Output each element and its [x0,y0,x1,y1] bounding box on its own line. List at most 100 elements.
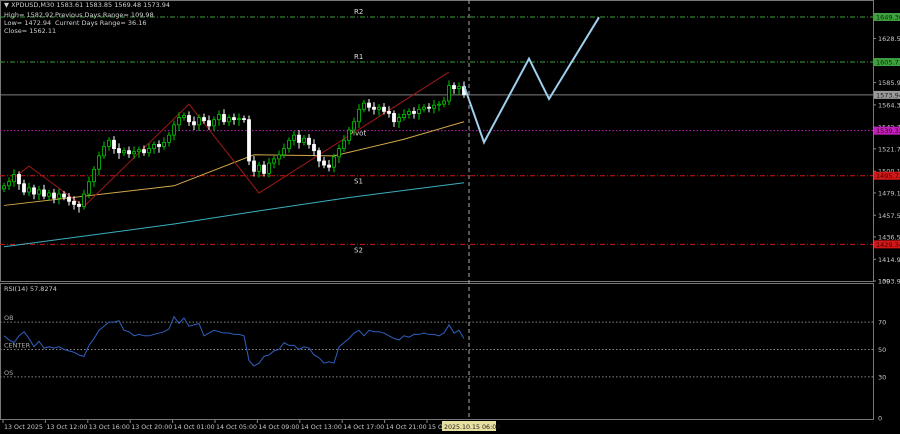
candle-body [407,110,411,115]
candle-body [247,119,251,162]
time-tick-label: 14 Oct 05:00 [216,424,257,431]
candle-body [117,148,121,154]
info-low: Low= 1472.94 [4,19,52,27]
candle-body [242,118,246,121]
candle-body [452,85,456,90]
level-label-s2: S2 [354,246,363,254]
candle-body [457,86,461,90]
candle-body [277,154,281,160]
candle-body [392,113,396,123]
candle-body [342,139,346,149]
candle-body [202,117,206,122]
candle-body [302,137,306,143]
main-pane-frame [0,0,874,282]
candle-body [307,137,311,145]
candle-body [412,110,416,114]
fast-moving-average-line [3,121,465,206]
level-label-s1: S1 [354,178,363,186]
rsi-line [3,315,465,367]
candle-body [67,196,71,202]
candle-body [352,121,356,131]
candle-body [262,164,266,174]
candle-body [172,124,176,136]
candle-body [27,187,31,193]
candle-body [207,120,211,127]
time-tick-label: 14 Oct 01:00 [174,424,215,431]
candle-body [97,155,101,170]
candle-body [157,144,161,147]
level-label-r2: R2 [354,8,363,16]
price-tick-label: 1628.50 [878,35,900,43]
candle-body [72,200,76,205]
candle-body [337,148,341,158]
candle-body [272,158,276,164]
level-price-label: 1539.32 [876,127,900,135]
candle-body [227,117,231,123]
level-label-r1: R1 [354,53,363,61]
forecast-path-line [463,16,600,145]
time-tick-label: 13 Oct 20:00 [131,424,172,431]
candle-body [162,141,166,147]
rsi-level-label: OS [4,369,13,377]
candle-body [122,150,126,154]
candle-body [387,110,391,114]
candle-body [32,187,36,195]
candle-body [37,189,41,195]
candle-body [332,156,336,168]
candle-body [57,193,61,199]
time-tick-label: 13 Oct 12:00 [46,424,87,431]
candle-body [152,144,156,149]
slow-moving-average-line [3,182,465,248]
info-prev-range: Previous Days Range= 109.98 [55,11,154,19]
candle-body [2,185,6,190]
candle-body [312,144,316,152]
candle-body [427,106,431,109]
candle-body [322,160,326,166]
candle-body [132,151,136,155]
candle-body [7,181,11,187]
candle-body [417,108,421,114]
current-price-label: 1573.94 [876,91,900,99]
candle-body [197,117,201,126]
price-chart[interactable]: 1628.501607.301585.901564.301542.701521.… [0,0,900,434]
rsi-tick-label: 70 [878,319,886,327]
rsi-tick-label: 0 [878,415,882,423]
candle-body [252,160,256,172]
rsi-level-label: CENTER [4,342,31,350]
level-price-label: 1429.34 [876,241,900,249]
candle-body [42,189,46,197]
candle-body [402,114,406,118]
candle-body [47,192,51,197]
candle-body [397,117,401,123]
candle-body [432,104,436,109]
time-tick-label: 13 Oct 16:00 [89,424,130,431]
time-tick-label: 13 Oct 2025 [4,424,43,431]
candle-body [327,164,331,168]
candle-body [437,103,441,106]
candle-body [127,150,131,155]
candle-body [212,119,216,127]
candle-body [372,106,376,110]
candle-body [167,134,171,143]
candle-body [257,164,261,172]
candle-body [62,193,66,198]
candle-body [177,117,181,126]
price-tick-label: 1457.50 [878,212,900,220]
info-close: Close= 1562.11 [4,27,57,35]
candle-body [52,192,56,199]
candle-body [12,174,16,183]
candle-body [92,168,96,183]
time-tick-label: 14 Oct 17:00 [343,424,384,431]
candle-body [222,114,226,123]
cursor-time-label: 2025.10.15 06:00 [444,424,500,431]
rsi-tick-label: 50 [878,346,886,354]
candle-body [317,150,321,162]
rsi-tick-label: 100 [878,278,890,286]
candle-body [367,102,371,108]
time-tick-label: 14 Oct 13:00 [301,424,342,431]
info-curr-range: Current Days Range= 36.16 [55,19,147,27]
candle-body [82,193,86,207]
candle-body [22,183,26,193]
zigzag-line [8,71,450,208]
candle-body [362,102,366,110]
